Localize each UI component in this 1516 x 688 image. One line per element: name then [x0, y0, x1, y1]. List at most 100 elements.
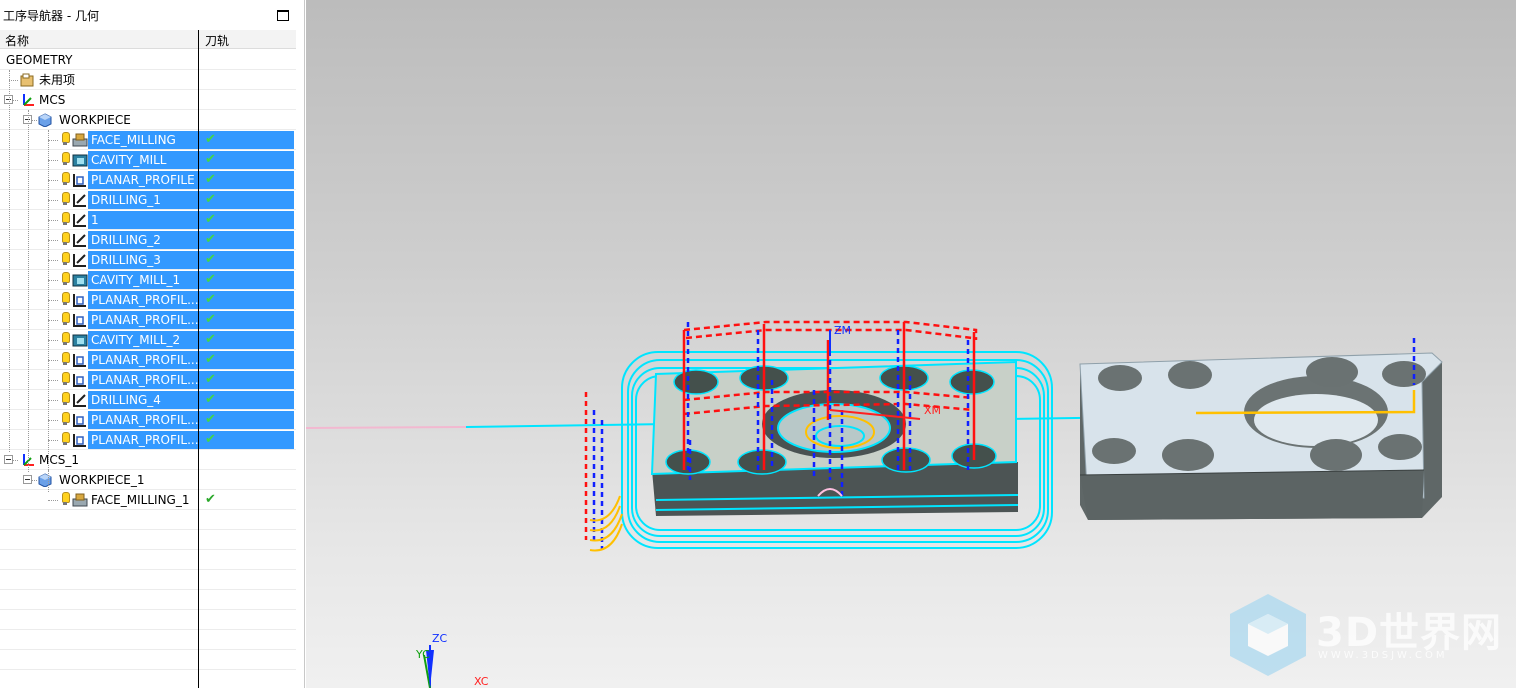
tree-row-label: PLANAR_PROFIL...	[88, 431, 199, 449]
tree-row[interactable]: GEOMETRY	[0, 50, 296, 70]
tree-row[interactable]: PLANAR_PROFIL... ✔	[0, 430, 296, 450]
tree-row[interactable]: DRILLING_1 ✔	[0, 190, 296, 210]
column-separator[interactable]	[198, 30, 199, 688]
tree-row-label: GEOMETRY	[6, 53, 73, 67]
tree-row[interactable]: MCS_1	[0, 450, 296, 470]
status-bulb-icon	[62, 172, 70, 187]
tree-guide-line	[48, 130, 49, 472]
tree-row[interactable]: MCS	[0, 90, 296, 110]
tree-row[interactable]: PLANAR_PROFILE ✔	[0, 170, 296, 190]
tree-row[interactable]: WORKPIECE_1	[0, 470, 296, 490]
toolpath-status-icon: ✔	[205, 492, 216, 507]
tree-row[interactable]: PLANAR_PROFIL... ✔	[0, 370, 296, 390]
tree-row-empty	[0, 610, 296, 630]
watermark-cube-icon	[1230, 594, 1306, 676]
tree-row-label	[3, 651, 9, 669]
tree-connector	[48, 280, 58, 281]
tree-row-empty	[0, 530, 296, 550]
tree-row[interactable]: 未用项	[0, 70, 296, 90]
tree-row-label: PLANAR_PROFIL...	[88, 311, 199, 329]
tree-row-label: PLANAR_PROFIL...	[88, 371, 199, 389]
status-bulb-icon	[62, 152, 70, 167]
status-bulb-icon	[62, 312, 70, 327]
graphics-viewport[interactable]: ZM XM ZC YC XC 3D世界网 WWW.3DSJW.COM	[306, 0, 1516, 688]
navigator-column-header: 名称 刀轨	[0, 30, 296, 49]
mcs-x-axis-label: XM	[924, 404, 941, 417]
face-milling-icon	[72, 493, 88, 507]
toolpath-status-icon: ✔	[205, 352, 216, 367]
tree-row-label	[3, 511, 9, 529]
tree-connector	[9, 80, 18, 81]
tree-row-label	[3, 611, 9, 629]
tree-connector	[48, 160, 58, 161]
status-bulb-icon	[62, 292, 70, 307]
maximize-icon[interactable]	[277, 10, 289, 21]
collapse-toggle[interactable]	[4, 455, 13, 464]
tree-row[interactable]: 1 ✔	[0, 210, 296, 230]
tree-row[interactable]: PLANAR_PROFIL... ✔	[0, 310, 296, 330]
tree-row-empty	[0, 590, 296, 610]
tree-guide-line	[28, 450, 29, 472]
status-bulb-icon	[62, 252, 70, 267]
toolpath-status-icon: ✔	[205, 152, 216, 167]
toolpath-status-icon: ✔	[205, 192, 216, 207]
column-header-name[interactable]: 名称	[5, 32, 29, 49]
toolpath-status-icon: ✔	[205, 212, 216, 227]
workpiece-part	[1079, 338, 1443, 520]
tree-connector	[48, 140, 58, 141]
tree-row[interactable]: DRILLING_4 ✔	[0, 390, 296, 410]
scene-canvas[interactable]: ZM XM ZC YC XC	[306, 0, 1516, 688]
tree-connector	[48, 180, 58, 181]
tree-row[interactable]: FACE_MILLING ✔	[0, 130, 296, 150]
tree-row[interactable]: CAVITY_MILL_1 ✔	[0, 270, 296, 290]
tree-connector	[48, 320, 58, 321]
tree-row-label: 未用项	[39, 73, 76, 87]
tree-row-label: DRILLING_4	[88, 391, 198, 409]
tree-row-label	[3, 591, 9, 609]
status-bulb-icon	[62, 192, 70, 207]
wcs-y-axis-label: YC	[415, 648, 430, 661]
tree-row-label: PLANAR_PROFIL...	[88, 291, 199, 309]
status-bulb-icon	[62, 412, 70, 427]
tree-row-label: PLANAR_PROFILE	[88, 171, 198, 189]
tree-row-label: WORKPIECE	[59, 113, 131, 127]
tree-row-label: CAVITY_MILL_2	[88, 331, 198, 349]
tree-connector	[48, 340, 58, 341]
planar-profile-icon	[72, 433, 86, 447]
toolpath-status-icon: ✔	[205, 272, 216, 287]
tree-connector	[48, 500, 58, 501]
status-bulb-icon	[62, 232, 70, 247]
tree-guide-line	[9, 70, 10, 452]
toolpath-status-icon: ✔	[205, 132, 216, 147]
collapse-toggle[interactable]	[23, 475, 32, 484]
tree-row[interactable]: WORKPIECE	[0, 110, 296, 130]
tree-row-label: CAVITY_MILL	[88, 151, 198, 169]
tree-row[interactable]: DRILLING_3 ✔	[0, 250, 296, 270]
status-bulb-icon	[62, 352, 70, 367]
tree-row[interactable]: CAVITY_MILL_2 ✔	[0, 330, 296, 350]
workpiece-icon	[38, 473, 52, 488]
tree-row[interactable]: CAVITY_MILL ✔	[0, 150, 296, 170]
tree-row[interactable]: PLANAR_PROFIL... ✔	[0, 350, 296, 370]
tree-row-label: DRILLING_2	[88, 231, 198, 249]
tree-row-label: DRILLING_3	[88, 251, 198, 269]
planar-profile-icon	[72, 413, 86, 427]
status-bulb-icon	[62, 212, 70, 227]
tree-row-label: MCS_1	[39, 453, 79, 467]
navigator-tree: GEOMETRY 未用项 MCS WORKPIECE FACE_MILLING ✔ CAVI…	[0, 50, 296, 670]
tree-row[interactable]: FACE_MILLING_1 ✔	[0, 490, 296, 510]
cavity-mill-icon	[72, 333, 88, 347]
tree-row[interactable]: PLANAR_PROFIL... ✔	[0, 410, 296, 430]
tree-row[interactable]: DRILLING_2 ✔	[0, 230, 296, 250]
tree-connector	[48, 260, 58, 261]
tree-row[interactable]: PLANAR_PROFIL... ✔	[0, 290, 296, 310]
status-bulb-icon	[62, 372, 70, 387]
tree-row-label	[3, 631, 9, 649]
tree-connector	[48, 240, 58, 241]
column-header-toolpath[interactable]: 刀轨	[205, 32, 229, 49]
face-milling-icon	[72, 133, 88, 147]
tree-row-empty	[0, 550, 296, 570]
toolpath-approach-line	[306, 426, 467, 429]
tree-row-label: FACE_MILLING_1	[91, 493, 190, 507]
drilling-icon	[72, 213, 86, 227]
